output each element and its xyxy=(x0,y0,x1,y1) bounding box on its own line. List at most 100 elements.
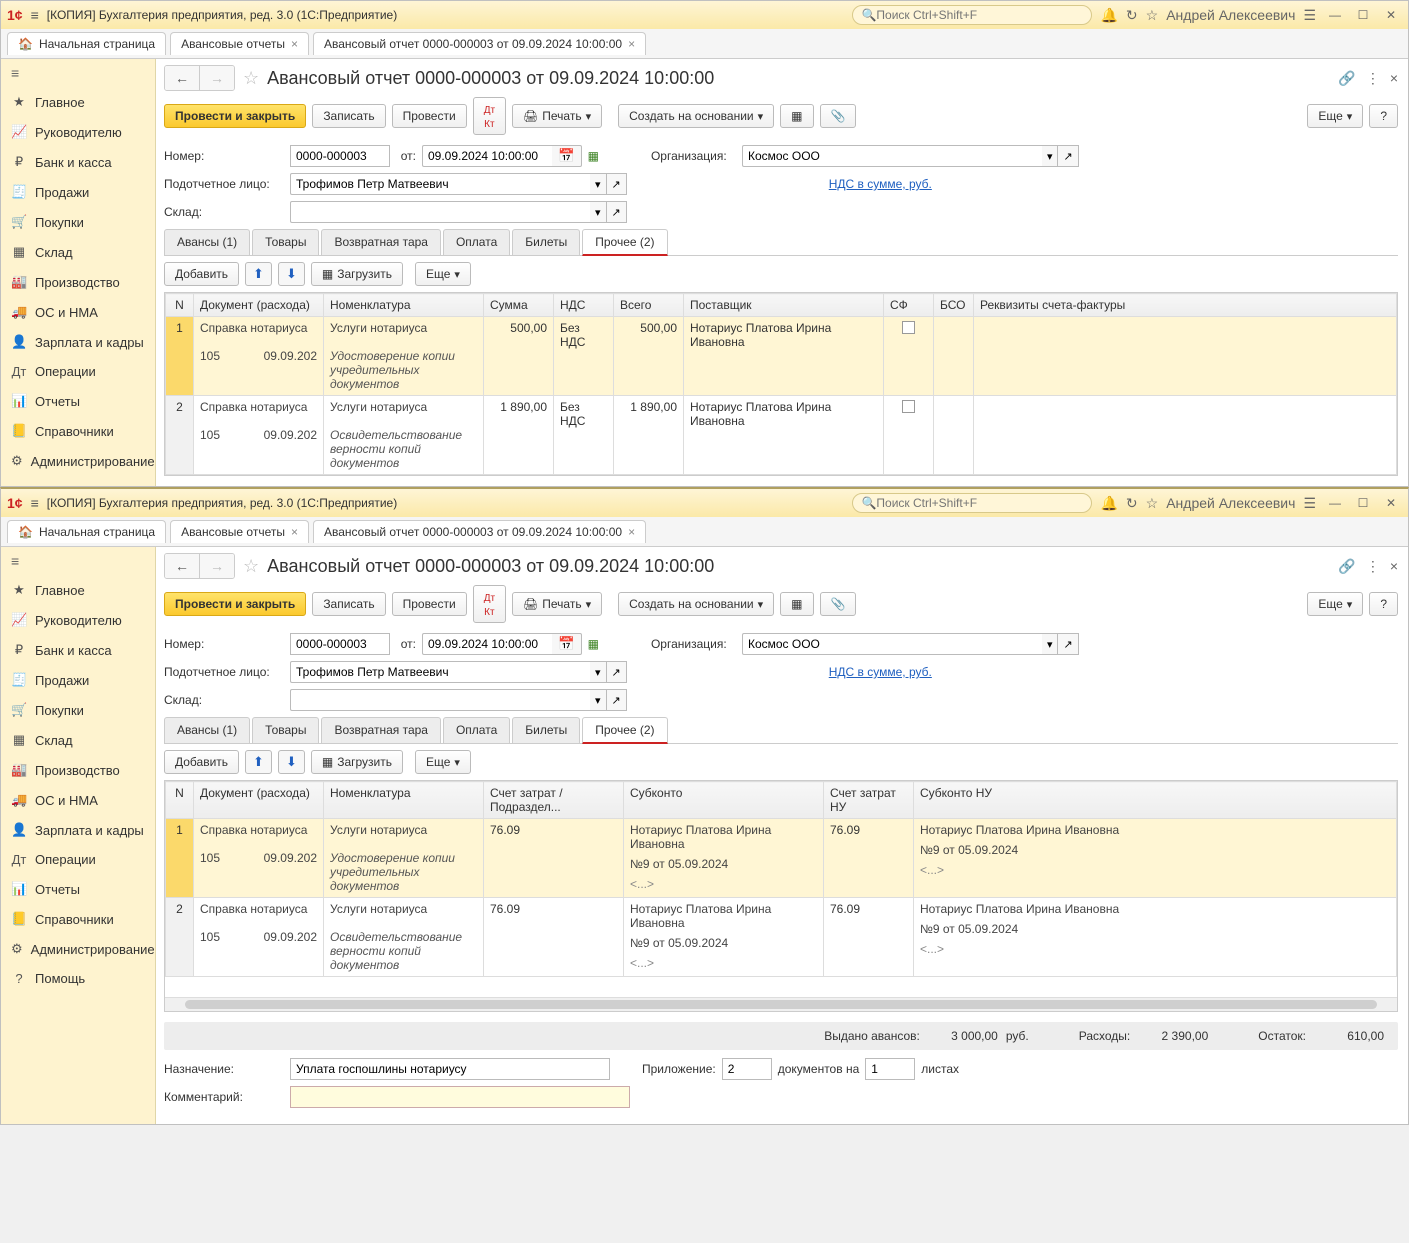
col-n[interactable]: N xyxy=(166,294,194,317)
add-row-button[interactable]: Добавить xyxy=(164,750,239,774)
open-button[interactable]: ↗ xyxy=(1058,633,1078,655)
col-sf-details[interactable]: Реквизиты счета-фактуры xyxy=(974,294,1397,317)
print-button[interactable]: 🖨 Печать ▾ xyxy=(512,104,602,128)
nav-forward[interactable]: → xyxy=(200,66,234,90)
window-maximize[interactable]: ☐ xyxy=(1352,8,1374,22)
load-button[interactable]: ▦ Загрузить xyxy=(311,262,403,286)
open-button[interactable]: ↗ xyxy=(607,661,627,683)
dropdown-button[interactable]: ▾ xyxy=(1042,145,1059,167)
move-down-button[interactable]: ⬇ xyxy=(278,262,305,286)
favorite-icon[interactable]: ☆ xyxy=(243,556,259,577)
add-row-button[interactable]: Добавить xyxy=(164,262,239,286)
sidebar-item-operations[interactable]: ДтОперации xyxy=(1,845,155,874)
col-subconto[interactable]: Субконто xyxy=(624,782,824,819)
date-field[interactable] xyxy=(422,633,552,655)
close-icon[interactable]: × xyxy=(628,37,635,51)
bell-icon[interactable]: 🔔 xyxy=(1100,495,1117,512)
sheets-count-field[interactable] xyxy=(865,1058,915,1080)
purpose-field[interactable] xyxy=(290,1058,610,1080)
col-sf[interactable]: СФ xyxy=(884,294,934,317)
sidebar-item-manager[interactable]: 📈Руководителю xyxy=(1,117,155,147)
close-icon[interactable]: × xyxy=(291,37,298,51)
sidebar-item-main[interactable]: ★Главное xyxy=(1,575,155,605)
move-down-button[interactable]: ⬇ xyxy=(278,750,305,774)
table-row[interactable]: 2 Справка нотариуса10509.09.202 Услуги н… xyxy=(166,898,1397,977)
col-supplier[interactable]: Поставщик xyxy=(684,294,884,317)
tab-goods[interactable]: Товары xyxy=(252,229,319,255)
sidebar-item-hr[interactable]: 👤Зарплата и кадры xyxy=(1,815,155,845)
dropdown-button[interactable]: ▾ xyxy=(590,201,607,223)
dropdown-button[interactable]: ▾ xyxy=(590,689,607,711)
tab-advance-report-doc[interactable]: Авансовый отчет 0000-000003 от 09.09.202… xyxy=(313,32,646,55)
sidebar-item-reports[interactable]: 📊Отчеты xyxy=(1,386,155,416)
settings-slider-icon[interactable]: ☰ xyxy=(1303,495,1316,512)
window-minimize[interactable]: — xyxy=(1324,496,1346,510)
nds-link[interactable]: НДС в сумме, руб. xyxy=(829,665,932,679)
star-icon[interactable]: ☆ xyxy=(1146,7,1159,24)
col-bso[interactable]: БСО xyxy=(934,294,974,317)
tab-return-tare[interactable]: Возвратная тара xyxy=(321,717,441,743)
save-button[interactable]: Записать xyxy=(312,592,385,616)
move-up-button[interactable]: ⬆ xyxy=(245,262,272,286)
sidebar-item-help[interactable]: ?Помощь xyxy=(1,964,155,993)
tab-advance-report-doc[interactable]: Авансовый отчет 0000-000003 от 09.09.202… xyxy=(313,520,646,543)
tab-advances[interactable]: Авансы (1) xyxy=(164,229,250,255)
help-button[interactable]: ? xyxy=(1369,104,1398,128)
settings-slider-icon[interactable]: ☰ xyxy=(1303,7,1316,24)
attach-button[interactable]: 📎 xyxy=(820,104,857,128)
sidebar-item-main[interactable]: ★Главное xyxy=(1,87,155,117)
col-doc[interactable]: Документ (расхода) xyxy=(194,782,324,819)
more-button[interactable]: Еще ▾ xyxy=(1307,592,1363,616)
attach-button[interactable]: 📎 xyxy=(820,592,857,616)
create-based-on-button[interactable]: Создать на основании ▾ xyxy=(618,592,774,616)
person-field[interactable] xyxy=(290,661,590,683)
more-vertical-icon[interactable]: ⋮ xyxy=(1366,70,1380,87)
sidebar-item-admin[interactable]: ⚙Администрирование xyxy=(1,446,155,476)
org-field[interactable] xyxy=(742,145,1042,167)
tab-advance-reports[interactable]: Авансовые отчеты × xyxy=(170,32,309,55)
dt-kt-button[interactable]: ДтКт xyxy=(473,585,506,623)
col-n[interactable]: N xyxy=(166,782,194,819)
post-and-close-button[interactable]: Провести и закрыть xyxy=(164,104,306,128)
number-field[interactable] xyxy=(290,633,390,655)
nav-back[interactable]: ← xyxy=(165,554,200,578)
tab-goods[interactable]: Товары xyxy=(252,717,319,743)
date-field[interactable] xyxy=(422,145,552,167)
sidebar-item-directories[interactable]: 📒Справочники xyxy=(1,904,155,934)
table-row[interactable]: 1 Справка нотариуса10509.09.202 Услуги н… xyxy=(166,317,1397,396)
org-field[interactable] xyxy=(742,633,1042,655)
sidebar-item-production[interactable]: 🏭Производство xyxy=(1,267,155,297)
search-input[interactable] xyxy=(876,496,1083,510)
global-search[interactable]: 🔍 xyxy=(852,5,1092,25)
post-button[interactable]: Провести xyxy=(392,592,467,616)
status-icon[interactable]: ▦ xyxy=(588,637,599,651)
person-field[interactable] xyxy=(290,173,590,195)
close-icon[interactable]: × xyxy=(628,525,635,539)
col-nds[interactable]: НДС xyxy=(554,294,614,317)
open-button[interactable]: ↗ xyxy=(1058,145,1078,167)
post-and-close-button[interactable]: Провести и закрыть xyxy=(164,592,306,616)
user-name[interactable]: Андрей Алексеевич xyxy=(1166,7,1295,23)
sidebar-item-sales[interactable]: 🧾Продажи xyxy=(1,177,155,207)
link-icon[interactable]: 🔗 xyxy=(1338,70,1355,87)
print-button[interactable]: 🖨 Печать ▾ xyxy=(512,592,602,616)
nav-forward[interactable]: → xyxy=(200,554,234,578)
sidebar-item-warehouse[interactable]: ▦Склад xyxy=(1,237,155,267)
tab-tickets[interactable]: Билеты xyxy=(512,229,580,255)
menu-icon[interactable]: ≡ xyxy=(31,495,39,511)
horizontal-scrollbar[interactable] xyxy=(165,997,1397,1011)
sidebar-item-reports[interactable]: 📊Отчеты xyxy=(1,874,155,904)
tab-advances[interactable]: Авансы (1) xyxy=(164,717,250,743)
sidebar-item-bank[interactable]: ₽Банк и касса xyxy=(1,635,155,665)
link-icon[interactable]: 🔗 xyxy=(1338,558,1355,575)
sidebar-item-production[interactable]: 🏭Производство xyxy=(1,755,155,785)
dt-kt-button[interactable]: ДтКт xyxy=(473,97,506,135)
sf-checkbox[interactable] xyxy=(902,400,915,413)
sidebar-item-purchases[interactable]: 🛒Покупки xyxy=(1,695,155,725)
dropdown-button[interactable]: ▾ xyxy=(590,173,607,195)
sidebar-item-warehouse[interactable]: ▦Склад xyxy=(1,725,155,755)
status-icon[interactable]: ▦ xyxy=(588,149,599,163)
tab-advance-reports[interactable]: Авансовые отчеты× xyxy=(170,520,309,543)
save-button[interactable]: Записать xyxy=(312,104,385,128)
table-more-button[interactable]: Еще ▾ xyxy=(415,750,471,774)
